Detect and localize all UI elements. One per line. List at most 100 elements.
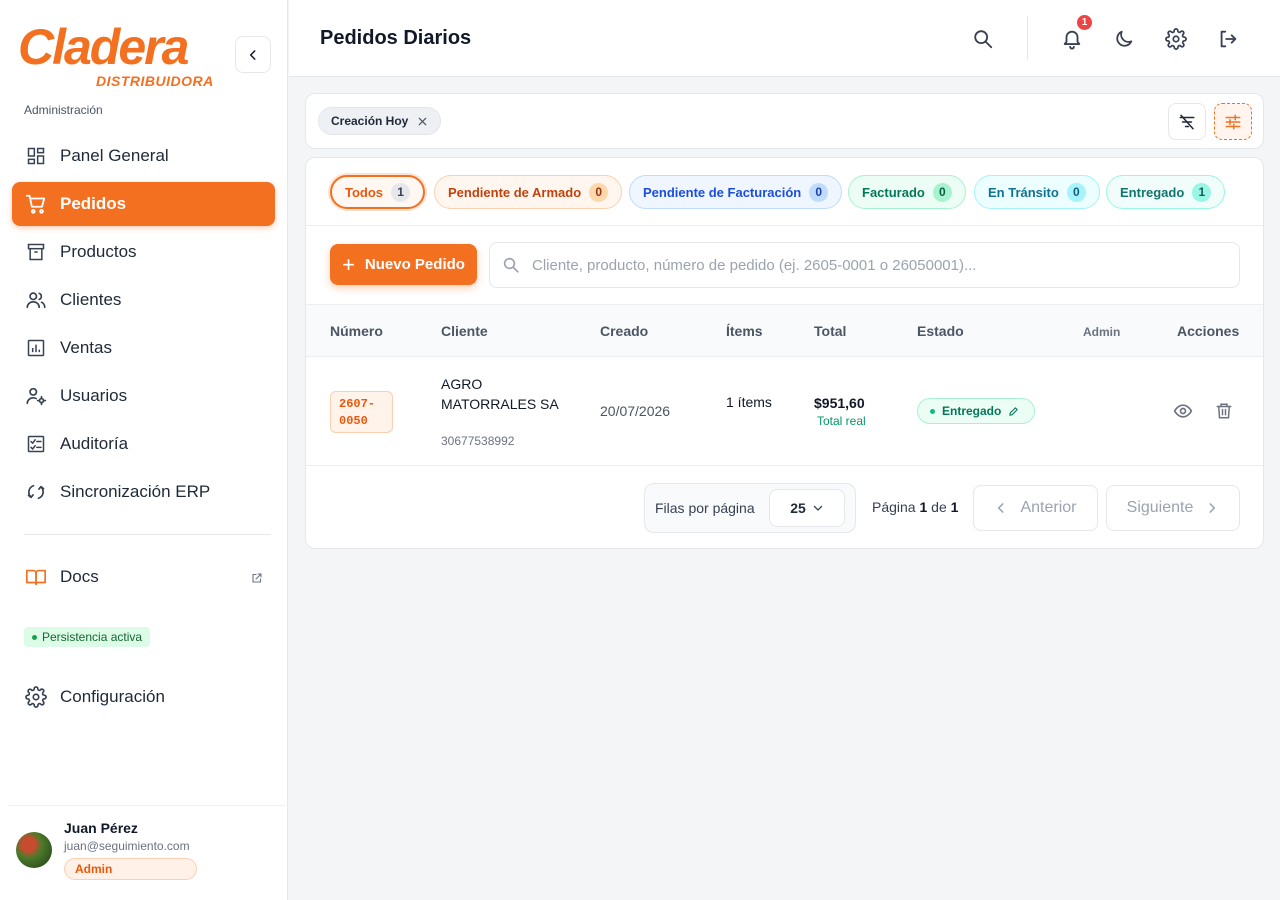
client-id: 30677538992 [441, 434, 515, 448]
nav-item-pedidos[interactable]: Pedidos [12, 182, 275, 226]
page-current: 1 [919, 499, 928, 515]
nav-item-usuarios[interactable]: Usuarios [12, 374, 275, 418]
search-icon [974, 30, 993, 49]
nav-item-label: Panel General [60, 146, 169, 165]
nav-item-panel-general[interactable]: Panel General [12, 134, 275, 178]
nav-item-label: Ventas [60, 338, 112, 357]
header-total[interactable]: Total [814, 323, 846, 339]
page-info: Página 1 de 1 [872, 499, 958, 515]
nav-item-configuracion[interactable]: Configuración [12, 675, 275, 719]
search-button[interactable] [970, 26, 996, 52]
tab-label: Todos [345, 184, 384, 200]
nav-item-productos[interactable]: Productos [12, 230, 275, 274]
rows-per-page: Filas por página 25 [644, 483, 856, 533]
rows-per-page-value: 25 [790, 500, 806, 516]
header-cliente[interactable]: Cliente [441, 323, 488, 339]
tab-todos[interactable]: Todos 1 [330, 175, 426, 209]
logout-icon [1220, 30, 1237, 48]
tab-pendiente-armado[interactable]: Pendiente de Armado 0 [434, 175, 623, 209]
next-page-button[interactable]: Siguiente [1106, 485, 1240, 531]
header-creado[interactable]: Creado [600, 323, 648, 339]
items-count: 1 ítems [726, 394, 772, 410]
clear-filters-button[interactable] [1168, 103, 1206, 140]
page-prefix: Página [872, 499, 916, 515]
nav-item-label: Pedidos [60, 194, 127, 213]
filter-chip[interactable]: Creación Hoy [318, 107, 442, 135]
new-order-label: Nuevo Pedido [364, 256, 465, 273]
orders-card: Todos 1 Pendiente de Armado 0 Pendiente … [305, 157, 1264, 549]
trash-icon [1216, 403, 1232, 419]
created-date: 20/07/2026 [600, 403, 671, 419]
chevron-left-icon [998, 503, 1004, 513]
collapse-sidebar-button[interactable] [235, 36, 271, 73]
status-dot [930, 408, 935, 414]
tab-label: En Tránsito [988, 184, 1059, 200]
chevron-right-icon [1209, 503, 1216, 513]
tab-label: Facturado [862, 184, 925, 200]
header-items[interactable]: Ítems [726, 323, 763, 339]
search-input[interactable] [532, 256, 1212, 274]
tab-pendiente-facturacion[interactable]: Pendiente de Facturación 0 [629, 175, 843, 209]
users-icon [24, 288, 48, 312]
chevron-left-icon [249, 49, 256, 60]
order-total-label: Total real [817, 414, 866, 428]
logout-button[interactable] [1215, 26, 1241, 52]
close-icon[interactable] [417, 116, 428, 127]
tab-count: 0 [589, 182, 609, 202]
new-order-button[interactable]: + Nuevo Pedido [330, 244, 477, 285]
status-tabs: Todos 1 Pendiente de Armado 0 Pendiente … [306, 158, 1263, 226]
tab-entregado[interactable]: Entregado 1 [1106, 175, 1226, 209]
sliders-icon [1225, 114, 1241, 129]
nav-item-ventas[interactable]: Ventas [12, 326, 275, 370]
settings-button[interactable] [1163, 26, 1189, 52]
bell-icon [1063, 30, 1081, 50]
filter-chip-label: Creación Hoy [331, 114, 409, 128]
dashboard-icon [24, 144, 48, 168]
header-estado[interactable]: Estado [917, 323, 964, 339]
logo-sub-text: DISTRIBUIDORA [96, 73, 214, 89]
nav-item-clientes[interactable]: Clientes [12, 278, 275, 322]
docs-label: Docs [60, 567, 99, 586]
tab-label: Pendiente de Armado [448, 184, 582, 200]
logo-main-text: Cladera [18, 19, 189, 75]
rows-per-page-select[interactable]: 25 [769, 489, 845, 527]
main-nav: Panel General Pedidos Productos Clientes… [12, 134, 275, 518]
brand-logo[interactable]: Cladera DISTRIBUIDORA [18, 22, 218, 92]
pencil-icon [1008, 406, 1019, 417]
pagination: Filas por página 25 Página 1 de 1 Anteri… [306, 467, 1263, 548]
nav-item-label: Auditoría [60, 434, 129, 453]
nav-item-sincronizacion-erp[interactable]: Sincronización ERP [12, 470, 275, 514]
rows-per-page-label: Filas por página [655, 500, 755, 516]
sync-icon [24, 480, 48, 504]
advanced-filters-button[interactable] [1214, 103, 1252, 140]
user-name: Juan Pérez [64, 820, 138, 836]
tab-label: Entregado [1120, 184, 1185, 200]
user-settings-icon [24, 384, 48, 408]
section-label: Administración [24, 103, 103, 117]
previous-page-button[interactable]: Anterior [973, 485, 1098, 531]
moon-icon [1116, 30, 1133, 47]
search-icon [503, 257, 519, 273]
book-icon [24, 565, 48, 589]
nav-item-docs[interactable]: Docs [12, 555, 275, 599]
plus-icon: + [342, 251, 355, 277]
header-numero[interactable]: Número [330, 323, 383, 339]
tab-count: 0 [809, 182, 829, 202]
order-number-badge[interactable]: 2607- 0050 [330, 391, 393, 433]
avatar[interactable] [16, 832, 52, 868]
notification-badge: 1 [1075, 13, 1094, 32]
tab-count: 1 [1192, 182, 1212, 202]
cart-icon [24, 192, 48, 216]
tab-facturado[interactable]: Facturado 0 [848, 175, 966, 209]
status-badge[interactable]: Entregado [917, 398, 1035, 424]
delete-order-button[interactable] [1213, 400, 1235, 422]
table-row[interactable]: 2607- 0050 AGRO MATORRALES SA 3067753899… [306, 357, 1263, 466]
checklist-icon [24, 432, 48, 456]
view-order-button[interactable] [1172, 400, 1194, 422]
eye-icon [1173, 404, 1193, 418]
nav-item-auditoria[interactable]: Auditoría [12, 422, 275, 466]
theme-toggle-button[interactable] [1111, 26, 1137, 52]
tab-en-transito[interactable]: En Tránsito 0 [974, 175, 1100, 209]
page-title: Pedidos Diarios [320, 27, 472, 49]
gear-icon [1165, 28, 1187, 50]
